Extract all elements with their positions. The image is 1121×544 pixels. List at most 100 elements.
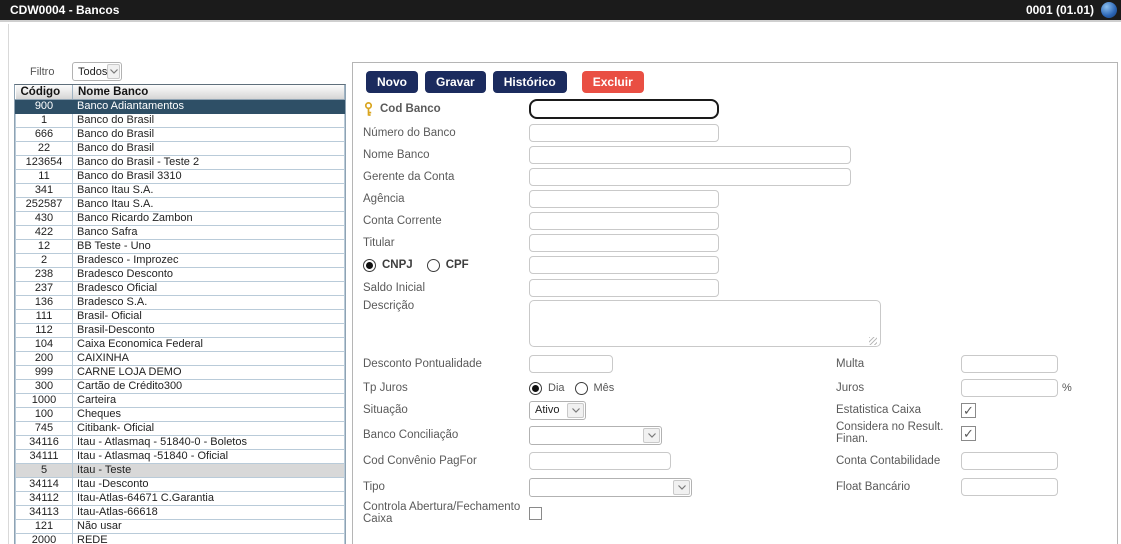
table-row[interactable]: 112 Brasil-Desconto xyxy=(15,323,345,338)
bank-code-cell[interactable]: 900 xyxy=(15,99,73,114)
table-row[interactable]: 422 Banco Safra xyxy=(15,225,345,240)
table-row[interactable]: 900 Banco Adiantamentos xyxy=(15,99,345,114)
bank-name-cell[interactable]: Banco Safra xyxy=(72,225,345,240)
bank-name-cell[interactable]: Banco do Brasil xyxy=(72,127,345,142)
bank-name-cell[interactable]: Brasil- Oficial xyxy=(72,309,345,324)
bank-name-cell[interactable]: Banco Adiantamentos xyxy=(72,99,345,114)
table-row[interactable]: 2000 REDE xyxy=(15,533,345,544)
bank-code-cell[interactable]: 200 xyxy=(15,351,73,366)
bank-code-cell[interactable]: 430 xyxy=(15,211,73,226)
bank-name-cell[interactable]: Brasil-Desconto xyxy=(72,323,345,338)
bank-code-cell[interactable]: 237 xyxy=(15,281,73,296)
bank-name-cell[interactable]: Banco Itau S.A. xyxy=(72,197,345,212)
juros-input[interactable] xyxy=(961,379,1058,397)
bank-code-cell[interactable]: 34116 xyxy=(15,435,73,450)
table-row[interactable]: 237 Bradesco Oficial xyxy=(15,281,345,296)
table-row[interactable]: 22 Banco do Brasil xyxy=(15,141,345,156)
bank-name-cell[interactable]: Bradesco S.A. xyxy=(72,295,345,310)
bank-table[interactable]: Código Nome Banco 900 Banco Adiantamentos… xyxy=(14,84,346,544)
tipo-select[interactable] xyxy=(529,477,692,497)
tp-juros-dia-option[interactable]: Dia xyxy=(529,381,565,395)
bank-name-cell[interactable]: Banco do Brasil - Teste 2 xyxy=(72,155,345,170)
bank-code-cell[interactable]: 5 xyxy=(15,463,73,478)
bank-name-cell[interactable]: Cartão de Crédito300 xyxy=(72,379,345,394)
desconto-pontualidade-input[interactable] xyxy=(529,355,613,373)
cnpj-radio[interactable] xyxy=(363,258,376,272)
table-row[interactable]: 2 Bradesco - Improzec xyxy=(15,253,345,268)
bank-code-cell[interactable]: 252587 xyxy=(15,197,73,212)
table-row[interactable]: 1000 Carteira xyxy=(15,393,345,408)
table-row[interactable]: 34111 Itau - Atlasmaq -51840 - Oficial xyxy=(15,449,345,464)
bank-name-cell[interactable]: Itau - Atlasmaq - 51840-0 - Boletos xyxy=(72,435,345,450)
bank-name-cell[interactable]: Banco do Brasil xyxy=(72,113,345,128)
bank-name-cell[interactable]: Citibank- Oficial xyxy=(72,421,345,436)
bank-name-cell[interactable]: Itau -Desconto xyxy=(72,477,345,492)
dia-radio[interactable] xyxy=(529,381,542,395)
table-row[interactable]: 121 Não usar xyxy=(15,519,345,534)
bank-name-cell[interactable]: REDE xyxy=(72,533,345,544)
cnpj-radio-option[interactable]: CNPJ xyxy=(363,258,413,272)
bank-name-cell[interactable]: Não usar xyxy=(72,519,345,534)
table-row[interactable]: 341 Banco Itau S.A. xyxy=(15,183,345,198)
bank-name-cell[interactable]: Itau-Atlas-64671 C.Garantia xyxy=(72,491,345,506)
bank-name-cell[interactable]: CAIXINHA xyxy=(72,351,345,366)
help-icon[interactable] xyxy=(1101,2,1117,18)
table-row[interactable]: 11 Banco do Brasil 3310 xyxy=(15,169,345,184)
bank-code-cell[interactable]: 11 xyxy=(15,169,73,184)
table-row[interactable]: 200 CAIXINHA xyxy=(15,351,345,366)
table-row[interactable]: 104 Caixa Economica Federal xyxy=(15,337,345,352)
bank-code-cell[interactable]: 112 xyxy=(15,323,73,338)
numero-banco-input[interactable] xyxy=(529,124,719,142)
table-row[interactable]: 136 Bradesco S.A. xyxy=(15,295,345,310)
bank-name-cell[interactable]: Cheques xyxy=(72,407,345,422)
estatistica-caixa-checkbox[interactable] xyxy=(961,402,976,418)
bank-name-cell[interactable]: Itau-Atlas-66618 xyxy=(72,505,345,520)
bank-name-cell[interactable]: Bradesco Oficial xyxy=(72,281,345,296)
bank-code-cell[interactable]: 745 xyxy=(15,421,73,436)
float-bancario-input[interactable] xyxy=(961,478,1058,496)
bank-code-cell[interactable]: 111 xyxy=(15,309,73,324)
bank-name-cell[interactable]: Banco Ricardo Zambon xyxy=(72,211,345,226)
table-row[interactable]: 666 Banco do Brasil xyxy=(15,127,345,142)
bank-code-cell[interactable]: 1000 xyxy=(15,393,73,408)
bank-code-cell[interactable]: 34111 xyxy=(15,449,73,464)
descricao-textarea[interactable] xyxy=(529,300,881,347)
bank-name-cell[interactable]: Bradesco Desconto xyxy=(72,267,345,282)
bank-code-cell[interactable]: 341 xyxy=(15,183,73,198)
bank-code-cell[interactable]: 104 xyxy=(15,337,73,352)
bank-name-cell[interactable]: Banco Itau S.A. xyxy=(72,183,345,198)
conta-contabilidade-input[interactable] xyxy=(961,452,1058,470)
table-row[interactable]: 12 BB Teste - Uno xyxy=(15,239,345,254)
conta-corrente-input[interactable] xyxy=(529,212,719,230)
table-row[interactable]: 1 Banco do Brasil xyxy=(15,113,345,128)
gravar-button[interactable]: Gravar xyxy=(425,71,486,93)
bank-name-cell[interactable]: BB Teste - Uno xyxy=(72,239,345,254)
mes-radio[interactable] xyxy=(574,381,588,395)
bank-code-cell[interactable]: 300 xyxy=(15,379,73,394)
novo-button[interactable]: Novo xyxy=(366,71,418,93)
bank-name-cell[interactable]: Bradesco - Improzec xyxy=(72,253,345,268)
table-row[interactable]: 34112 Itau-Atlas-64671 C.Garantia xyxy=(15,491,345,506)
bank-code-cell[interactable]: 666 xyxy=(15,127,73,142)
multa-input[interactable] xyxy=(961,355,1058,373)
tp-juros-mes-option[interactable]: Mês xyxy=(574,381,614,395)
bank-code-cell[interactable]: 2000 xyxy=(15,533,73,544)
gerente-input[interactable] xyxy=(529,168,851,186)
table-row[interactable]: 5 Itau - Teste xyxy=(15,463,345,478)
table-row[interactable]: 34113 Itau-Atlas-66618 xyxy=(15,505,345,520)
titular-input[interactable] xyxy=(529,234,719,252)
bank-name-cell[interactable]: Caixa Economica Federal xyxy=(72,337,345,352)
nome-banco-input[interactable] xyxy=(529,146,851,164)
bank-name-cell[interactable]: Banco do Brasil xyxy=(72,141,345,156)
table-row[interactable]: 34114 Itau -Desconto xyxy=(15,477,345,492)
table-row[interactable]: 745 Citibank- Oficial xyxy=(15,421,345,436)
bank-code-cell[interactable]: 12 xyxy=(15,239,73,254)
saldo-inicial-input[interactable] xyxy=(529,279,719,297)
bank-code-cell[interactable]: 1 xyxy=(15,113,73,128)
bank-code-cell[interactable]: 123654 xyxy=(15,155,73,170)
table-row[interactable]: 300 Cartão de Crédito300 xyxy=(15,379,345,394)
bank-code-cell[interactable]: 34112 xyxy=(15,491,73,506)
bank-code-cell[interactable]: 22 xyxy=(15,141,73,156)
table-row[interactable]: 238 Bradesco Desconto xyxy=(15,267,345,282)
controla-caixa-checkbox[interactable] xyxy=(529,506,542,520)
